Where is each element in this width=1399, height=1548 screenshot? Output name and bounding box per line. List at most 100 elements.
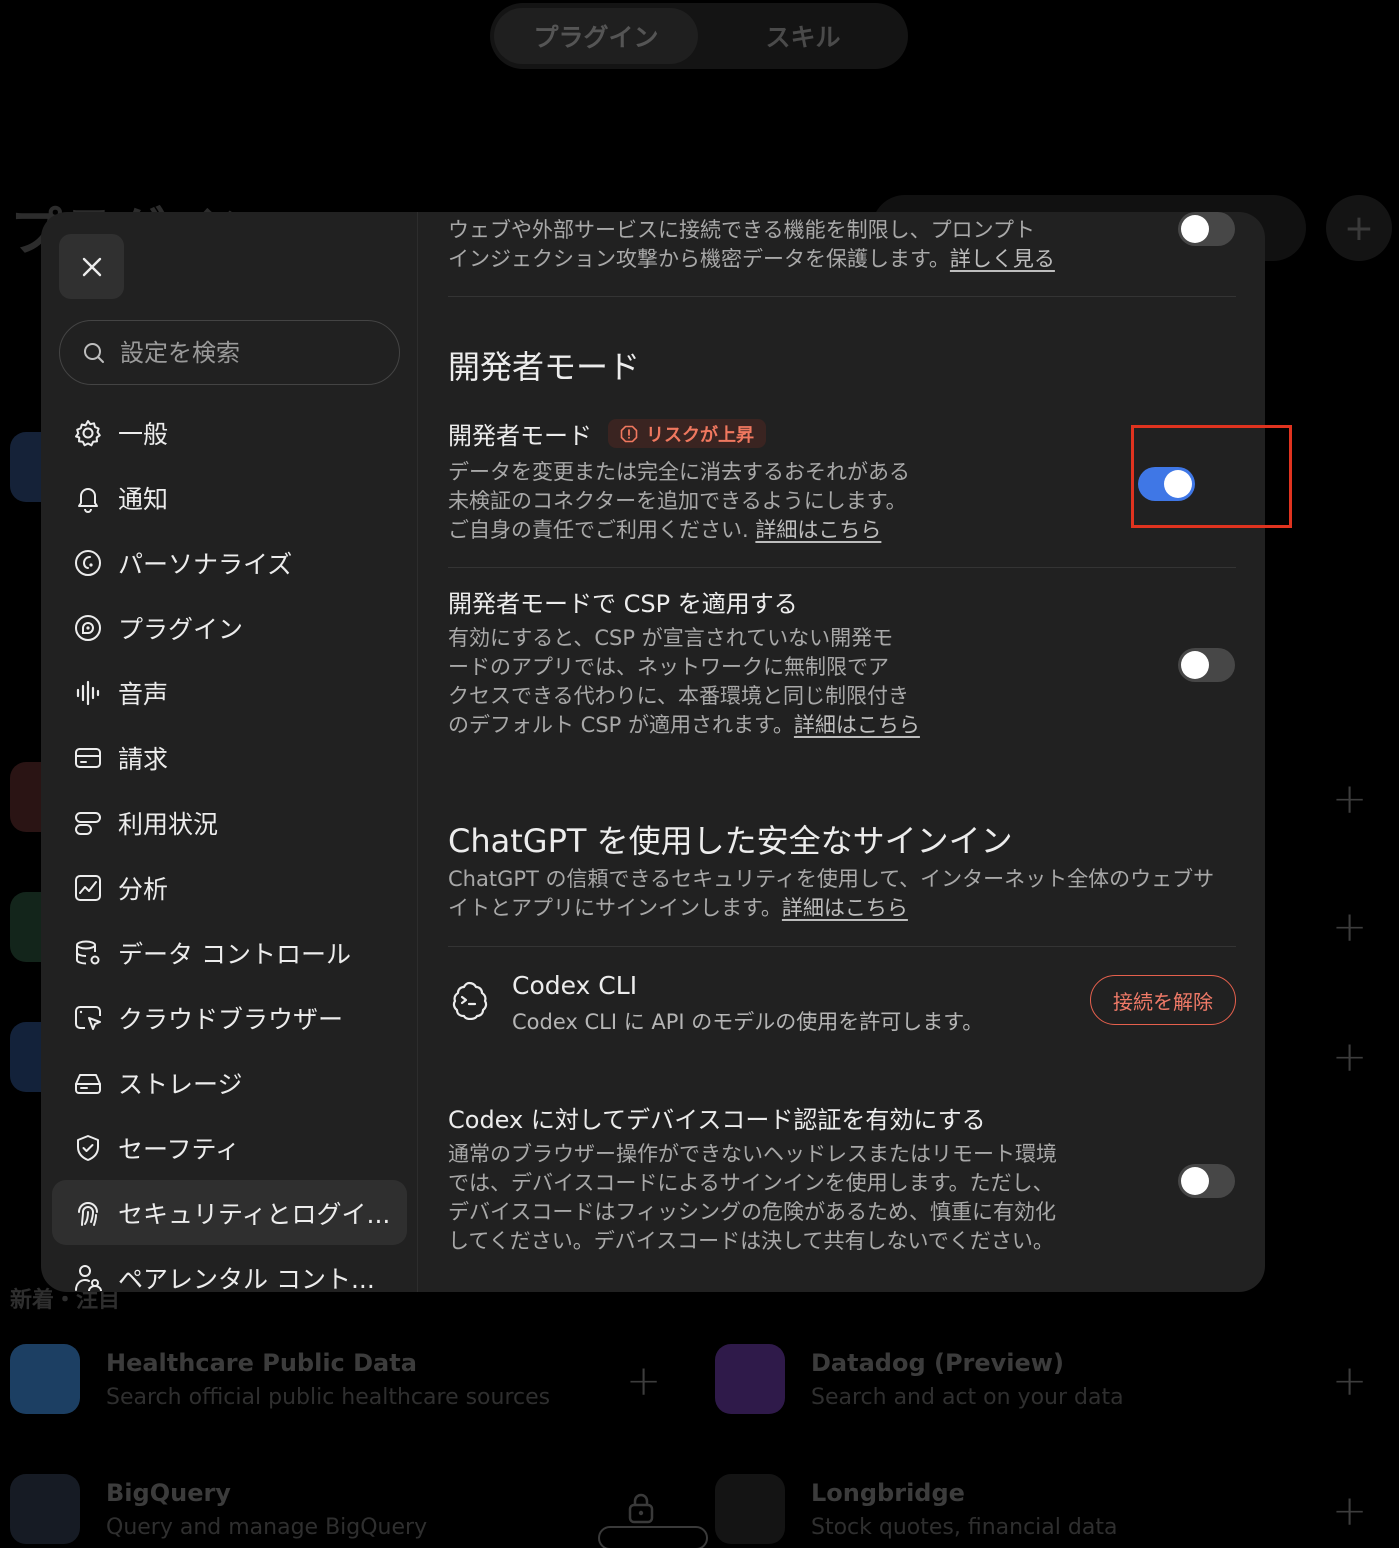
sidebar-item-label: 一般	[118, 419, 169, 449]
background-plus-icon: +	[626, 1356, 662, 1405]
plugin-icon	[72, 612, 104, 644]
sidebar-item-plugins[interactable]: プラグイン	[52, 595, 407, 660]
app-desc: Search official public healthcare source…	[106, 1384, 551, 1410]
csp-details-link[interactable]: 詳細はこちら	[794, 713, 920, 737]
sidebar-item-general[interactable]: 一般	[52, 400, 407, 465]
toggle-knob	[1181, 215, 1209, 243]
sidebar-item-data-controls[interactable]: データ コントロール	[52, 920, 407, 985]
sidebar-item-storage[interactable]: ストレージ	[52, 1050, 407, 1115]
sidebar-item-security-login[interactable]: セキュリティとログイ...	[52, 1180, 407, 1245]
csp-toggle[interactable]	[1178, 648, 1235, 682]
lock-icon	[628, 1493, 654, 1524]
desc-text: イトとアプリにサインインします。	[448, 896, 782, 920]
sidebar-item-label: セキュリティとログイ...	[118, 1199, 391, 1229]
prompt-injection-toggle[interactable]	[1178, 212, 1235, 246]
app-desc: Search and act on your data	[811, 1384, 1124, 1410]
background-plus-icon: +	[1332, 1356, 1368, 1405]
background-tab-plugins: プラグイン	[494, 8, 698, 64]
desc-line: 通常のブラウザー操作ができないヘッドレスまたはリモート環境	[448, 1142, 1057, 1166]
sidebar-item-notifications[interactable]: 通知	[52, 465, 407, 530]
desc-text: ご自身の責任でご利用ください.	[448, 518, 749, 542]
background-app-row: Healthcare Public Data Search official p…	[10, 1344, 550, 1414]
close-button[interactable]	[59, 234, 124, 299]
sidebar-item-billing[interactable]: 請求	[52, 725, 407, 790]
background-app-row: BigQuery Query and manage BigQuery	[10, 1474, 427, 1544]
sidebar-item-usage[interactable]: 利用状況	[52, 790, 407, 855]
desc-line: イトとアプリにサインインします。詳細はこちら	[448, 894, 1248, 923]
device-code-title: Codex に対してデバイスコード認証を有効にする	[448, 1106, 986, 1134]
dev-mode-desc: データを変更または完全に消去するおそれがある 未検証のコネクターを追加できるよう…	[448, 458, 1048, 545]
dev-mode-row-title: 開発者モード リスクが上昇	[448, 416, 766, 451]
dev-mode-title: 開発者モード	[448, 422, 592, 450]
sidebar-item-label: パーソナライズ	[118, 549, 293, 579]
desc-line: のデフォルト CSP が適用されます。詳細はこちら	[448, 711, 1048, 740]
sidebar-item-label: ストレージ	[118, 1069, 243, 1099]
signin-details-link[interactable]: 詳細はこちら	[782, 896, 908, 920]
background-app-row: Datadog (Preview) Search and act on your…	[715, 1344, 1124, 1414]
background-app-icon	[10, 432, 42, 502]
chart-icon	[72, 872, 104, 904]
divider	[448, 296, 1236, 297]
desc-line: ご自身の責任でご利用ください. 詳細はこちら	[448, 516, 1048, 545]
home-indicator	[598, 1526, 708, 1548]
sidebar-item-parental-controls[interactable]: ペアレンタル コント...	[52, 1245, 407, 1292]
desc-line: データを変更または完全に消去するおそれがある	[448, 460, 910, 484]
desc-line: ウェブや外部サービスに接続できる機能を制限し、プロンプト	[448, 218, 1035, 242]
desc-line: してください。デバイスコードは決して共有しないでください。	[448, 1229, 1054, 1253]
sidebar-item-cloud-browser[interactable]: クラウドブラウザー	[52, 985, 407, 1050]
risk-badge: リスクが上昇	[608, 419, 766, 448]
desc-line: 未検証のコネクターを追加できるようにします。	[448, 489, 907, 513]
section-title-secure-signin: ChatGPT を使用した安全なサインイン	[448, 822, 1013, 860]
warning-shield-icon	[620, 425, 638, 442]
personalize-icon	[72, 547, 104, 579]
settings-modal: 一般 通知 パーソナライズ プラグイン	[41, 212, 1265, 1292]
background-app-row: Longbridge Stock quotes, financial data	[715, 1474, 1117, 1544]
sidebar-item-label: 利用状況	[118, 809, 219, 839]
sidebar-item-label: ペアレンタル コント...	[118, 1264, 375, 1293]
sidebar-item-personalize[interactable]: パーソナライズ	[52, 530, 407, 595]
risk-badge-label: リスクが上昇	[646, 424, 754, 446]
codex-cli-icon	[452, 981, 488, 1020]
close-icon	[82, 257, 101, 276]
sidebar-item-safety[interactable]: セーフティ	[52, 1115, 407, 1180]
settings-content: ウェブや外部サービスに接続できる機能を制限し、プロンプト インジェクション攻撃か…	[418, 212, 1265, 1292]
parental-icon	[72, 1262, 104, 1293]
device-code-toggle[interactable]	[1178, 1164, 1235, 1198]
dev-mode-toggle[interactable]	[1138, 467, 1195, 501]
codex-cli-desc: Codex CLI に API のモデルの使用を許可します。	[512, 1010, 984, 1034]
bigquery-app-icon	[10, 1474, 80, 1544]
app-name: Healthcare Public Data	[106, 1348, 417, 1377]
sidebar-item-voice[interactable]: 音声	[52, 660, 407, 725]
settings-search[interactable]	[59, 320, 400, 385]
device-code-row-title: Codex に対してデバイスコード認証を有効にする	[448, 1100, 986, 1135]
desc-line: 有効にすると、CSP が宣言されていない開発モ	[448, 626, 894, 650]
desc-line: ChatGPT の信頼できるセキュリティを使用して、インターネット全体のウェブサ	[448, 867, 1215, 891]
device-code-desc: 通常のブラウザー操作ができないヘッドレスまたはリモート環境 では、デバイスコード…	[448, 1140, 1108, 1256]
usage-icon	[72, 807, 104, 839]
shield-icon	[72, 1132, 104, 1164]
database-icon	[72, 937, 104, 969]
search-icon	[84, 342, 104, 363]
sidebar-item-analytics[interactable]: 分析	[52, 855, 407, 920]
desc-line: では、デバイスコードによるサインインを使用します。ただし、	[448, 1171, 1054, 1195]
desc-line: デバイスコードはフィッシングの危険があるため、慎重に有効化	[448, 1200, 1056, 1224]
voice-icon	[72, 677, 104, 709]
toggle-knob	[1181, 1167, 1209, 1195]
app-name: Datadog (Preview)	[811, 1348, 1064, 1377]
datadog-app-icon	[715, 1344, 785, 1414]
prompt-injection-desc: ウェブや外部サービスに接続できる機能を制限し、プロンプト インジェクション攻撃か…	[448, 216, 1148, 274]
dev-mode-details-link[interactable]: 詳細はこちら	[755, 518, 881, 542]
background-plus-icon: +	[1332, 1032, 1368, 1081]
desc-text: のデフォルト CSP が適用されます。	[448, 713, 794, 737]
disconnect-button[interactable]: 接続を解除	[1090, 975, 1236, 1025]
cloud-browser-icon	[72, 1002, 104, 1034]
sidebar-item-label: 分析	[118, 874, 169, 904]
search-input[interactable]	[120, 338, 370, 367]
background-app-icon	[10, 1022, 42, 1092]
card-icon	[72, 742, 104, 774]
settings-sidebar: 一般 通知 パーソナライズ プラグイン	[41, 212, 418, 1292]
sidebar-item-label: 請求	[118, 744, 169, 774]
learn-more-link[interactable]: 詳しく見る	[950, 247, 1055, 271]
toggle-knob	[1164, 470, 1192, 498]
desc-line: インジェクション攻撃から機密データを保護します。詳しく見る	[448, 245, 1148, 274]
